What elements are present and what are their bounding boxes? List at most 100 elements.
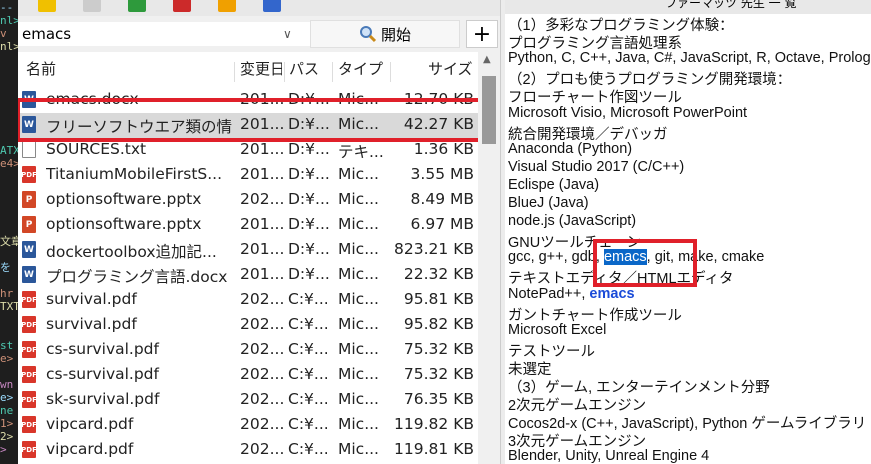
file-name: vipcard.pdf xyxy=(46,440,134,458)
file-name: survival.pdf xyxy=(46,315,137,333)
file-date: 202... xyxy=(240,440,284,458)
highlight-box-selected-file xyxy=(18,98,478,142)
preview-line: Microsoft Visio, Microsoft PowerPoint xyxy=(508,104,748,121)
code-fragment: > xyxy=(0,443,7,456)
file-type: Mic... xyxy=(338,315,379,333)
preview-line: NotePad++, emacs xyxy=(508,286,635,302)
txt-file-icon xyxy=(22,141,36,158)
file-name: TitaniumMobileFirstS... xyxy=(46,165,223,183)
add-tab-button[interactable]: + xyxy=(466,20,498,48)
code-fragment: を 絵 xyxy=(0,261,18,274)
file-row[interactable]: Wdockertoolbox追加記... 201... D:¥... Mic... 82… xyxy=(18,238,478,263)
file-name: vipcard.pdf xyxy=(46,415,134,433)
chevron-down-icon[interactable]: ∨ xyxy=(283,27,292,41)
preview-pane: ファーマッツ 先生 一 覧 （1）多彩なプログラミング体験： プログラミング言語処… xyxy=(505,0,871,464)
file-path: D:¥... xyxy=(288,165,330,183)
code-fragment: v xyxy=(0,27,7,40)
file-type: Mic... xyxy=(338,365,379,383)
toolbar-tool-icon[interactable] xyxy=(128,0,146,12)
start-search-button[interactable]: 開始 xyxy=(310,20,460,48)
file-type: Mic... xyxy=(338,215,379,233)
file-type: Mic... xyxy=(338,340,379,358)
file-row[interactable]: Poptionsoftware.pptx 201... D:¥... Mic... 6.… xyxy=(18,213,478,238)
code-fragment: 文章 xyxy=(0,235,18,248)
magnifier-icon xyxy=(359,26,377,43)
results-list[interactable]: 名前 変更日 パス タイプ サイズ Wemacs.docx 201... D:¥..… xyxy=(18,52,478,464)
file-type: Mic... xyxy=(338,290,379,308)
file-row[interactable]: PDF sk-survival.pdf 202... C:¥... Mic... 76.3… xyxy=(18,388,478,413)
file-row[interactable]: PDF vipcard.pdf 202... C:¥... Mic... 119.82 K… xyxy=(18,413,478,438)
toolbar-tool-icon[interactable] xyxy=(38,0,56,12)
file-date: 202... xyxy=(240,415,284,433)
file-date: 201... xyxy=(240,165,284,183)
file-size: 119.81 KB xyxy=(394,440,474,458)
file-row[interactable]: PDF cs-survival.pdf 202... C:¥... Mic... 75.3… xyxy=(18,338,478,363)
preview-top-partial: ファーマッツ 先生 一 覧 xyxy=(505,0,871,14)
pdf-file-icon: PDF xyxy=(21,416,37,433)
file-type: Mic... xyxy=(338,415,379,433)
preview-line: BlueJ (Java) xyxy=(508,195,589,211)
file-date: 202... xyxy=(240,190,284,208)
start-label: 開始 xyxy=(380,25,411,44)
toolbar-tool-icon[interactable] xyxy=(263,0,281,12)
file-name: プログラミング言語.docx xyxy=(46,268,228,286)
file-row[interactable]: PDF TitaniumMobileFirstS... 201... D:¥... Mi… xyxy=(18,163,478,188)
toolbar-tool-icon[interactable] xyxy=(173,0,191,12)
list-scrollbar[interactable]: ▲ xyxy=(478,52,500,464)
file-path: D:¥... xyxy=(288,240,330,258)
file-row[interactable]: PDF cs-survival.pdf 202... C:¥... Mic... 75.3… xyxy=(18,363,478,388)
file-path: C:¥... xyxy=(288,290,329,308)
file-path: D:¥... xyxy=(288,190,330,208)
preview-line: Microsoft Excel xyxy=(508,321,607,338)
file-size: 75.32 KB xyxy=(403,365,474,383)
scrollbar-thumb[interactable] xyxy=(482,76,496,144)
file-path: D:¥... xyxy=(288,215,330,233)
highlight-box-emacs xyxy=(593,239,697,287)
code-fragment: nl> xyxy=(0,14,18,27)
toolbar-tool-icon[interactable] xyxy=(218,0,236,12)
file-name: SOURCES.txt xyxy=(46,140,147,158)
pdf-file-icon: PDF xyxy=(21,441,37,458)
file-row[interactable]: Poptionsoftware.pptx 202... D:¥... Mic... 8.… xyxy=(18,188,478,213)
file-name: optionsoftware.pptx xyxy=(46,190,202,208)
file-name: optionsoftware.pptx xyxy=(46,215,202,233)
search-input[interactable] xyxy=(18,22,312,46)
code-fragment: ne xyxy=(0,404,14,417)
file-row[interactable]: W プログラミング言語.docx 201... D:¥... Mic... 22.32 K… xyxy=(18,263,478,288)
file-type: Mic... xyxy=(338,390,379,408)
preview-line: Python, C, C++, Java, C#, JavaScript, R,… xyxy=(508,50,871,67)
pdf-file-icon: PDF xyxy=(21,291,37,308)
toolbar-tool-icon[interactable] xyxy=(83,0,101,12)
code-fragment: st xyxy=(0,339,14,352)
docx-file-icon: W xyxy=(22,241,36,258)
file-type: Mic... xyxy=(338,190,379,208)
preview-line: Eclispe (Java) xyxy=(508,176,600,193)
file-size: 119.82 KB xyxy=(394,415,474,433)
file-row[interactable]: PDF vipcard.pdf 202... C:¥... Mic... 119.81 K… xyxy=(18,438,478,463)
file-path: C:¥... xyxy=(288,365,329,383)
code-fragment: ATX xyxy=(0,144,18,157)
search-bar: ∨ 開始 + xyxy=(18,16,500,52)
code-fragment: 2> xyxy=(0,430,14,443)
file-type: Mic... xyxy=(338,165,379,183)
file-type: Mic... xyxy=(338,265,379,283)
scroll-up-icon[interactable]: ▲ xyxy=(483,54,491,65)
pdf-file-icon: PDF xyxy=(21,391,37,408)
file-row[interactable]: PDF survival.pdf 202... C:¥... Mic... 95.82 K… xyxy=(18,313,478,338)
code-fragment: 1> xyxy=(0,417,14,430)
file-name: cs-survival.pdf xyxy=(46,365,159,383)
file-row[interactable]: PDF survival.pdf 202... C:¥... Mic... 95.81 K… xyxy=(18,288,478,313)
file-size: 95.82 KB xyxy=(403,315,474,333)
column-size[interactable]: サイズ xyxy=(428,58,474,79)
file-name: dockertoolbox追加記... xyxy=(46,243,217,261)
column-modified[interactable]: 変更日 xyxy=(240,58,282,79)
background-editor-strip: --nl>vnl>ATXe4>文章を 絵hrTXTste>wne>ne1>2>> xyxy=(0,0,18,464)
file-path: C:¥... xyxy=(288,340,329,358)
column-name[interactable]: 名前 xyxy=(26,58,226,79)
column-path[interactable]: パス xyxy=(289,58,333,79)
file-path: D:¥... xyxy=(288,140,330,158)
column-type[interactable]: タイプ xyxy=(338,58,388,79)
code-fragment: e> xyxy=(0,352,14,365)
code-fragment: TXT xyxy=(0,300,18,313)
pptx-file-icon: P xyxy=(22,216,36,233)
